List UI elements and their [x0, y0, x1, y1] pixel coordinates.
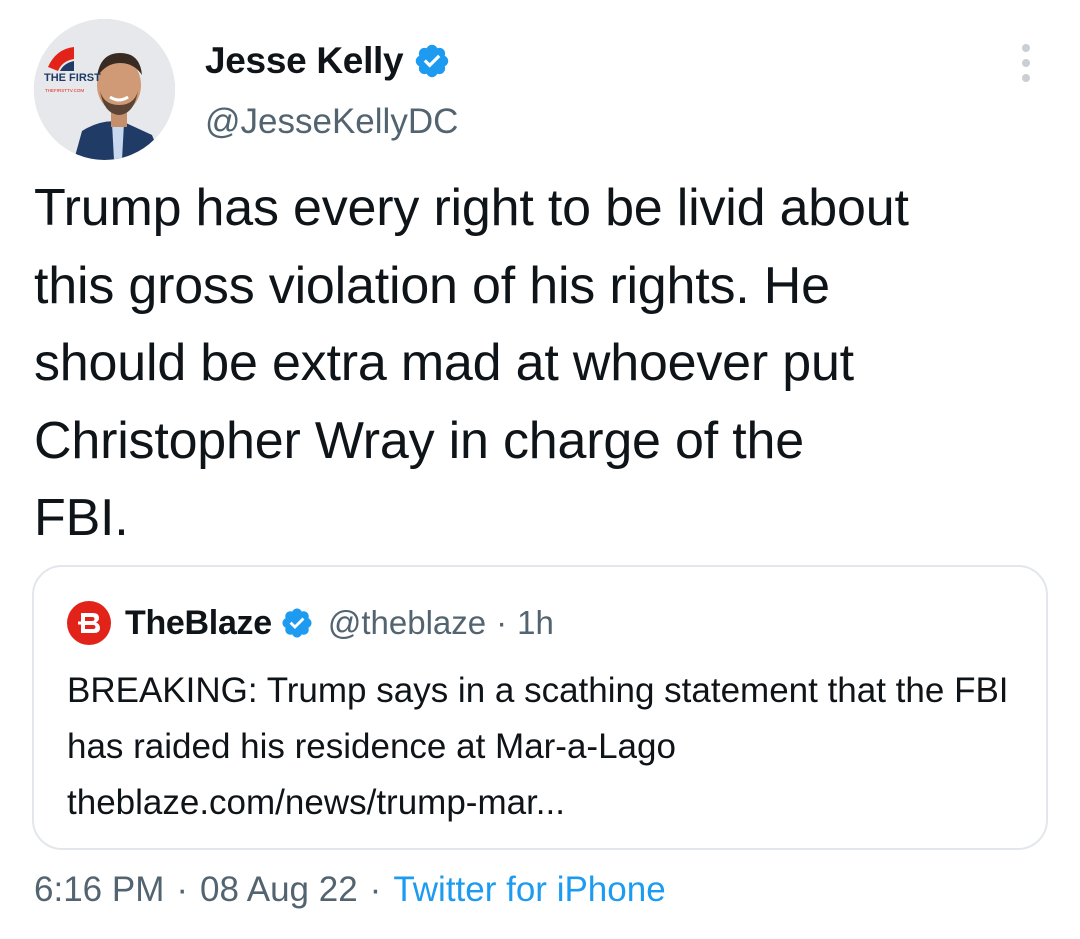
meta-separator: · — [176, 870, 189, 909]
tweet-source-link[interactable]: Twitter for iPhone — [393, 870, 665, 910]
author-handle[interactable]: @JesseKellyDC — [205, 102, 458, 142]
tweet: THE FIRST THEFIRSTTV.COM Jesse Kelly @Je… — [0, 0, 1080, 939]
tweet-text: Trump has every right to be livid about … — [34, 179, 909, 547]
author-name[interactable]: Jesse Kelly — [205, 40, 404, 82]
quoted-separator: · — [496, 604, 508, 641]
more-options-button[interactable] — [1006, 40, 1046, 86]
more-options-icon — [1022, 44, 1030, 52]
quoted-author-handle: @theblaze — [327, 604, 487, 641]
tweet-meta: 6:16 PM · 08 Aug 22 · Twitter for iPhone — [34, 870, 666, 910]
more-options-icon-dot — [1022, 59, 1030, 67]
more-options-icon-dot — [1022, 74, 1030, 82]
avatar-logo-text: THE FIRST — [44, 72, 101, 84]
meta-separator: · — [369, 870, 382, 909]
quoted-tweet-text: BREAKING: Trump says in a scathing state… — [67, 663, 1027, 831]
quoted-tweet-body: BREAKING: Trump says in a scathing state… — [67, 671, 1009, 766]
quoted-tweet-card[interactable]: TheBlaze @theblaze · 1h BREAKING: Trump … — [32, 565, 1048, 850]
avatar[interactable]: THE FIRST THEFIRSTTV.COM — [34, 19, 175, 160]
author-name-row: Jesse Kelly — [205, 40, 451, 82]
theblaze-logo-icon — [67, 601, 111, 645]
avatar-image: THE FIRST THEFIRSTTV.COM — [34, 19, 175, 160]
verified-badge-icon — [416, 44, 449, 78]
tweet-time[interactable]: 6:16 PM — [34, 870, 164, 910]
quoted-author-name[interactable]: TheBlaze — [125, 604, 272, 643]
avatar-logo-subtext: THEFIRSTTV.COM — [45, 88, 84, 93]
quoted-tweet-link[interactable]: theblaze.com/news/trump-mar... — [67, 783, 565, 822]
quoted-tweet-header: TheBlaze @theblaze · 1h — [67, 600, 554, 646]
tweet-date[interactable]: 08 Aug 22 — [200, 870, 358, 910]
quoted-timestamp[interactable]: 1h — [517, 604, 554, 642]
verified-badge-icon — [282, 608, 312, 638]
